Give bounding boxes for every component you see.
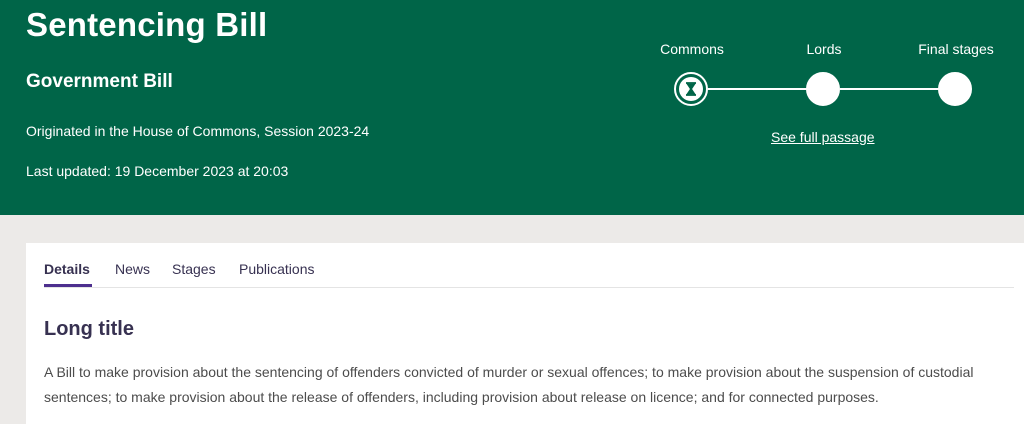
originated-text: Originated in the House of Commons, Sess…: [26, 123, 370, 139]
last-updated-text: Last updated: 19 December 2023 at 20:03: [26, 163, 289, 179]
tab-details[interactable]: Details: [44, 260, 90, 278]
hourglass-icon: [686, 82, 696, 96]
long-title-text: A Bill to make provision about the sente…: [44, 364, 974, 405]
stage-marker-final-stages: [938, 72, 972, 106]
bill-header: Sentencing Bill Government Bill Originat…: [0, 0, 1024, 215]
tab-stages[interactable]: Stages: [172, 260, 216, 278]
tab-publications[interactable]: Publications: [239, 260, 315, 278]
see-full-passage-link[interactable]: See full passage: [771, 128, 875, 146]
bill-type: Government Bill: [26, 71, 173, 92]
bill-content-panel: Details News Stages Publications Long ti…: [26, 243, 1024, 424]
long-title-heading: Long title: [44, 318, 134, 340]
stage-connector: [708, 88, 808, 90]
stage-connector: [840, 88, 940, 90]
bill-tabs: Details News Stages Publications: [44, 243, 1014, 288]
stage-marker-lords: [806, 72, 840, 106]
tab-news[interactable]: News: [115, 260, 150, 278]
active-tab-indicator: [44, 284, 92, 287]
stage-label-lords: Lords: [806, 41, 842, 57]
bill-title: Sentencing Bill: [26, 6, 268, 43]
stage-label-final-stages: Final stages: [918, 41, 994, 57]
stage-label-commons: Commons: [660, 41, 724, 57]
stage-marker-commons: [674, 72, 708, 106]
